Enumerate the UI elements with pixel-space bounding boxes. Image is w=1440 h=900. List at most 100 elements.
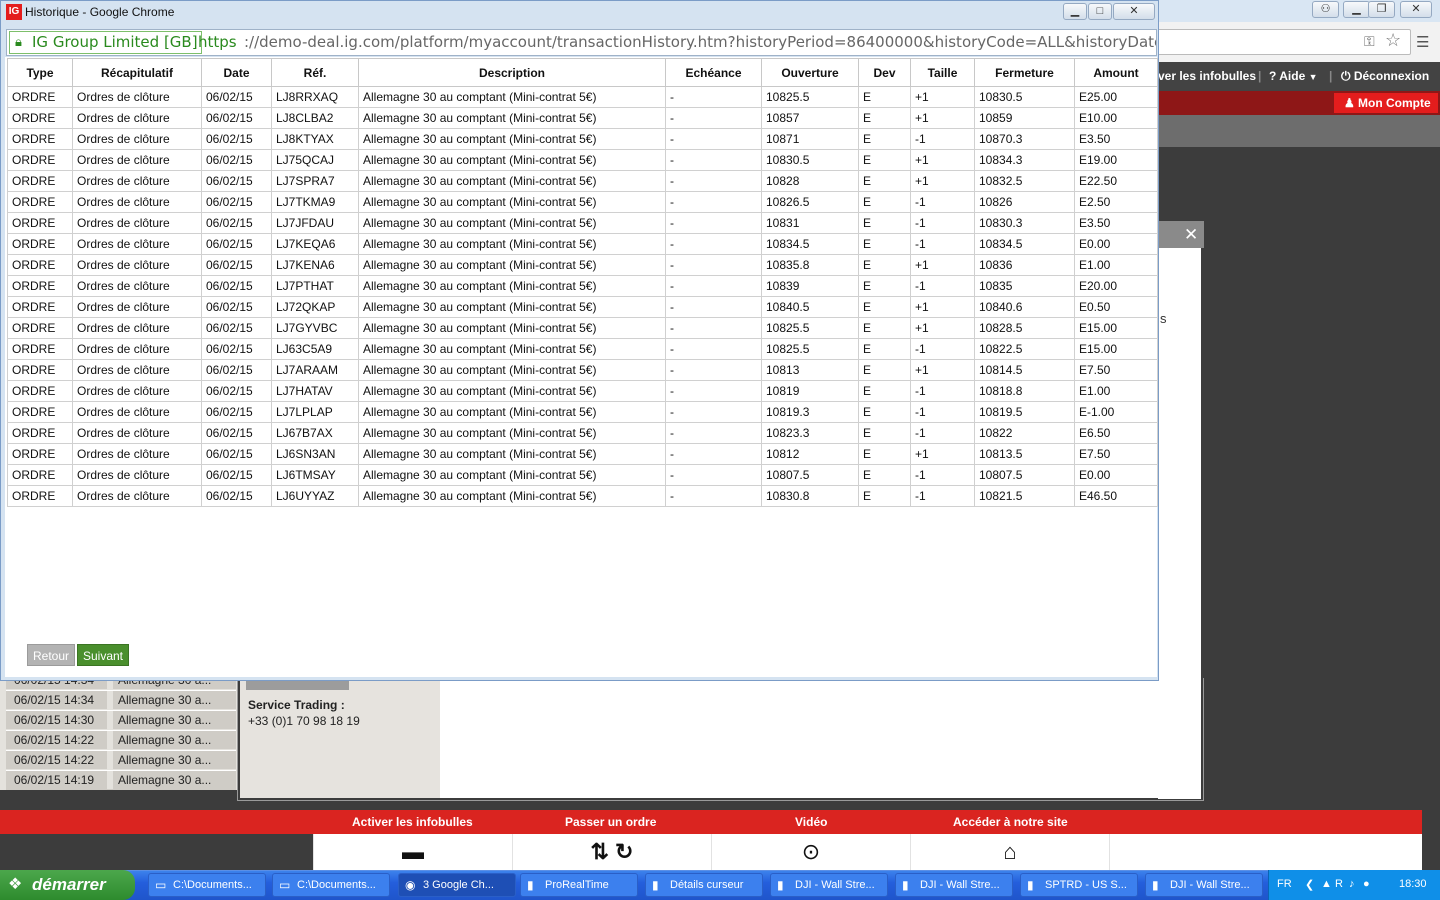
- table-cell: E15.00: [1074, 317, 1158, 339]
- table-row[interactable]: ORDRE Ordres de clôture 06/02/15 LJ6TMSAY Al…: [7, 464, 1158, 486]
- nav-deconnexion[interactable]: ⏻ Déconnexion: [1341, 69, 1429, 84]
- column-header[interactable]: Dev: [858, 58, 911, 87]
- minimize-button[interactable]: ▁: [1343, 1, 1370, 18]
- user-icon: ♟: [1344, 96, 1355, 110]
- table-row[interactable]: ORDRE Ordres de clôture 06/02/15 LJ7KEQA6 Al…: [7, 233, 1158, 255]
- language-indicator[interactable]: FR: [1277, 878, 1292, 890]
- nav-aide[interactable]: ? Aide ▼: [1269, 69, 1318, 83]
- table-row[interactable]: ORDRE Ordres de clôture 06/02/15 LJ7PTHAT Al…: [7, 275, 1158, 297]
- suivant-button[interactable]: Suivant: [77, 644, 129, 666]
- table-row[interactable]: ORDRE Ordres de clôture 06/02/15 LJ7SPRA7 Al…: [7, 170, 1158, 192]
- column-header[interactable]: Récapitulatif: [72, 58, 202, 87]
- passer-ordre-link[interactable]: Passer un ordre: [565, 815, 656, 829]
- restore-button[interactable]: ❐: [1368, 1, 1395, 18]
- table-cell: E: [858, 170, 911, 192]
- minimize-button[interactable]: ▁: [1063, 3, 1087, 20]
- column-header[interactable]: Fermeture: [974, 58, 1075, 87]
- table-row[interactable]: ORDRE Ordres de clôture 06/02/15 LJ7JFDAU Al…: [7, 212, 1158, 234]
- table-cell: ORDRE: [7, 422, 73, 444]
- tray-arrow-icon[interactable]: ❮: [1305, 878, 1314, 891]
- history-row[interactable]: 06/02/15 14:30 Allemagne 30 a...: [6, 710, 236, 729]
- ev-certificate-badge[interactable]: 🔒︎ IG Group Limited [GB]: [9, 31, 202, 54]
- table-cell: ORDRE: [7, 212, 73, 234]
- table-cell: 06/02/15: [201, 443, 272, 465]
- table-row[interactable]: ORDRE Ordres de clôture 06/02/15 LJ7KENA6 Al…: [7, 254, 1158, 276]
- chat-icon[interactable]: ▬: [313, 834, 512, 870]
- table-row[interactable]: ORDRE Ordres de clôture 06/02/15 LJ8KTYAX Al…: [7, 128, 1158, 150]
- history-row[interactable]: 06/02/15 14:22 Allemagne 30 a...: [6, 750, 236, 769]
- table-cell: Ordres de clôture: [72, 464, 202, 486]
- taskbar-item[interactable]: ▮ DJI - Wall Stre...: [1145, 873, 1263, 897]
- column-header[interactable]: Date: [201, 58, 272, 87]
- profile-icon[interactable]: ⚇: [1312, 1, 1339, 18]
- table-cell: E3.50: [1074, 128, 1158, 150]
- column-header[interactable]: Amount: [1074, 58, 1158, 87]
- table-cell: E: [858, 359, 911, 381]
- url-bar[interactable]: 🔒︎ IG Group Limited [GB] https ://demo-de…: [6, 29, 1157, 56]
- column-header[interactable]: Echéance: [665, 58, 762, 87]
- close-button[interactable]: ✕: [1113, 3, 1155, 20]
- table-row[interactable]: ORDRE Ordres de clôture 06/02/15 LJ7TKMA9 Al…: [7, 191, 1158, 213]
- activer-infobulles-link[interactable]: Activer les infobulles: [352, 815, 473, 829]
- taskbar-item[interactable]: ▮ DJI - Wall Stre...: [895, 873, 1013, 897]
- table-cell: Ordres de clôture: [72, 380, 202, 402]
- taskbar-item[interactable]: ▮ Détails curseur: [645, 873, 763, 897]
- tray-app-icon[interactable]: ▲: [1321, 878, 1332, 890]
- table-cell: 10857: [761, 107, 859, 129]
- retour-button[interactable]: Retour: [27, 644, 75, 666]
- table-row[interactable]: ORDRE Ordres de clôture 06/02/15 LJ6SN3AN Al…: [7, 443, 1158, 465]
- column-header[interactable]: Ouverture: [761, 58, 859, 87]
- play-icon[interactable]: ⊙: [711, 834, 910, 870]
- table-row[interactable]: ORDRE Ordres de clôture 06/02/15 LJ8CLBA2 Al…: [7, 107, 1158, 129]
- table-row[interactable]: ORDRE Ordres de clôture 06/02/15 LJ72QKAP Al…: [7, 296, 1158, 318]
- home-icon[interactable]: ⌂: [910, 834, 1109, 870]
- maximize-button[interactable]: □: [1088, 3, 1112, 20]
- system-tray: FR ❮ ▲ R ♪ ● 18:30: [1268, 870, 1440, 900]
- table-row[interactable]: ORDRE Ordres de clôture 06/02/15 LJ8RRXAQ Al…: [7, 86, 1158, 108]
- table-row[interactable]: ORDRE Ordres de clôture 06/02/15 LJ75QCAJ Al…: [7, 149, 1158, 171]
- bar-gap: [1422, 810, 1440, 870]
- table-cell: E3.50: [1074, 212, 1158, 234]
- acceder-site-link[interactable]: Accéder à notre site: [953, 815, 1068, 829]
- table-row[interactable]: ORDRE Ordres de clôture 06/02/15 LJ6UYYAZ Al…: [7, 485, 1158, 507]
- history-row[interactable]: 06/02/15 14:34Allemagne 30 a...: [6, 690, 236, 709]
- table-cell: 10830.5: [761, 149, 859, 171]
- chrome-menu-icon[interactable]: ☰: [1416, 33, 1432, 51]
- table-row[interactable]: ORDRE Ordres de clôture 06/02/15 LJ7HATAV Al…: [7, 380, 1158, 402]
- table-row[interactable]: ORDRE Ordres de clôture 06/02/15 LJ7GYVBC Al…: [7, 317, 1158, 339]
- table-row[interactable]: ORDRE Ordres de clôture 06/02/15 LJ63C5A9 Al…: [7, 338, 1158, 360]
- video-link[interactable]: Vidéo: [795, 815, 827, 829]
- history-row[interactable]: 06/02/15 14:22 Allemagne 30 a...: [6, 730, 236, 749]
- volume-icon[interactable]: ♪: [1349, 878, 1355, 890]
- taskbar-item[interactable]: ▭ C:\Documents...: [272, 873, 390, 897]
- table-row[interactable]: ORDRE Ordres de clôture 06/02/15 LJ7LPLAP Al…: [7, 401, 1158, 423]
- service-trading-label: Service Trading :: [248, 698, 345, 712]
- table-cell: 06/02/15: [201, 170, 272, 192]
- history-row[interactable]: 06/02/15 14:19 Allemagne 30 a...: [6, 770, 236, 790]
- taskbar-item[interactable]: ◉ 3 Google Ch...: [398, 873, 516, 897]
- close-button[interactable]: ✕: [1400, 1, 1432, 18]
- nav-infobulles[interactable]: ver les infobulles: [1158, 69, 1256, 83]
- column-header[interactable]: Type: [7, 58, 73, 87]
- key-icon[interactable]: ⚿: [1364, 33, 1380, 51]
- url-path: ://demo-deal.ig.com/platform/myaccount/t…: [244, 33, 1157, 51]
- column-header[interactable]: Taille: [910, 58, 975, 87]
- table-cell: 06/02/15: [201, 254, 272, 276]
- tray-app-icon[interactable]: R: [1335, 878, 1343, 890]
- table-cell: E1.00: [1074, 380, 1158, 402]
- dialog-close-icon[interactable]: ✕: [1184, 225, 1200, 244]
- order-arrows-icon[interactable]: ⇅ ↻: [512, 834, 711, 870]
- table-cell: Ordres de clôture: [72, 149, 202, 171]
- table-row[interactable]: ORDRE Ordres de clôture 06/02/15 LJ67B7AX Al…: [7, 422, 1158, 444]
- taskbar-item[interactable]: ▮ SPTRD - US S...: [1020, 873, 1138, 897]
- mon-compte-button[interactable]: ♟ Mon Compte: [1334, 93, 1438, 113]
- taskbar-item[interactable]: ▮ DJI - Wall Stre...: [770, 873, 888, 897]
- bookmark-star-icon[interactable]: ☆: [1385, 30, 1405, 52]
- taskbar-item[interactable]: ▮ ProRealTime: [520, 873, 638, 897]
- table-cell: E-1.00: [1074, 401, 1158, 423]
- column-header[interactable]: Description: [358, 58, 666, 87]
- taskbar-item[interactable]: ▭ C:\Documents...: [148, 873, 266, 897]
- table-row[interactable]: ORDRE Ordres de clôture 06/02/15 LJ7ARAAM Al…: [7, 359, 1158, 381]
- tray-app-icon[interactable]: ●: [1363, 878, 1370, 890]
- column-header[interactable]: Réf.: [271, 58, 359, 87]
